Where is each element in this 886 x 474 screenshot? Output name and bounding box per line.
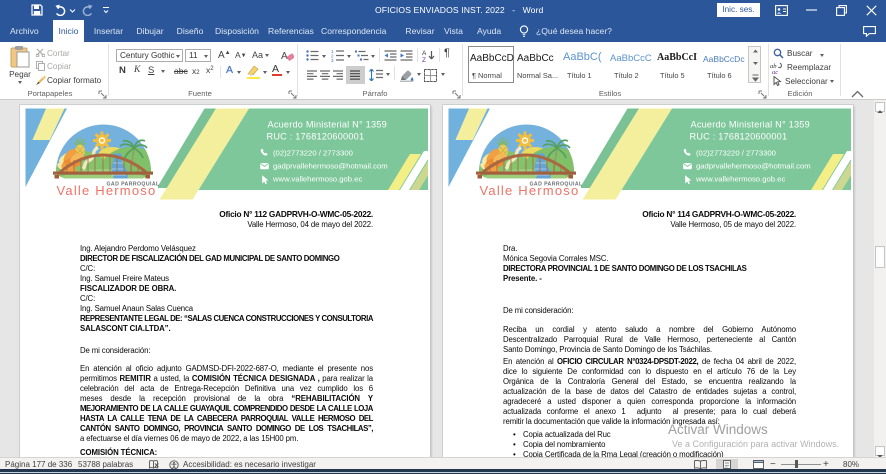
svg-text:Z: Z	[422, 57, 426, 62]
svg-text:3: 3	[331, 58, 334, 62]
svg-text:ac: ac	[772, 69, 778, 74]
svg-text:A: A	[281, 51, 288, 62]
svg-text:A: A	[422, 50, 427, 57]
